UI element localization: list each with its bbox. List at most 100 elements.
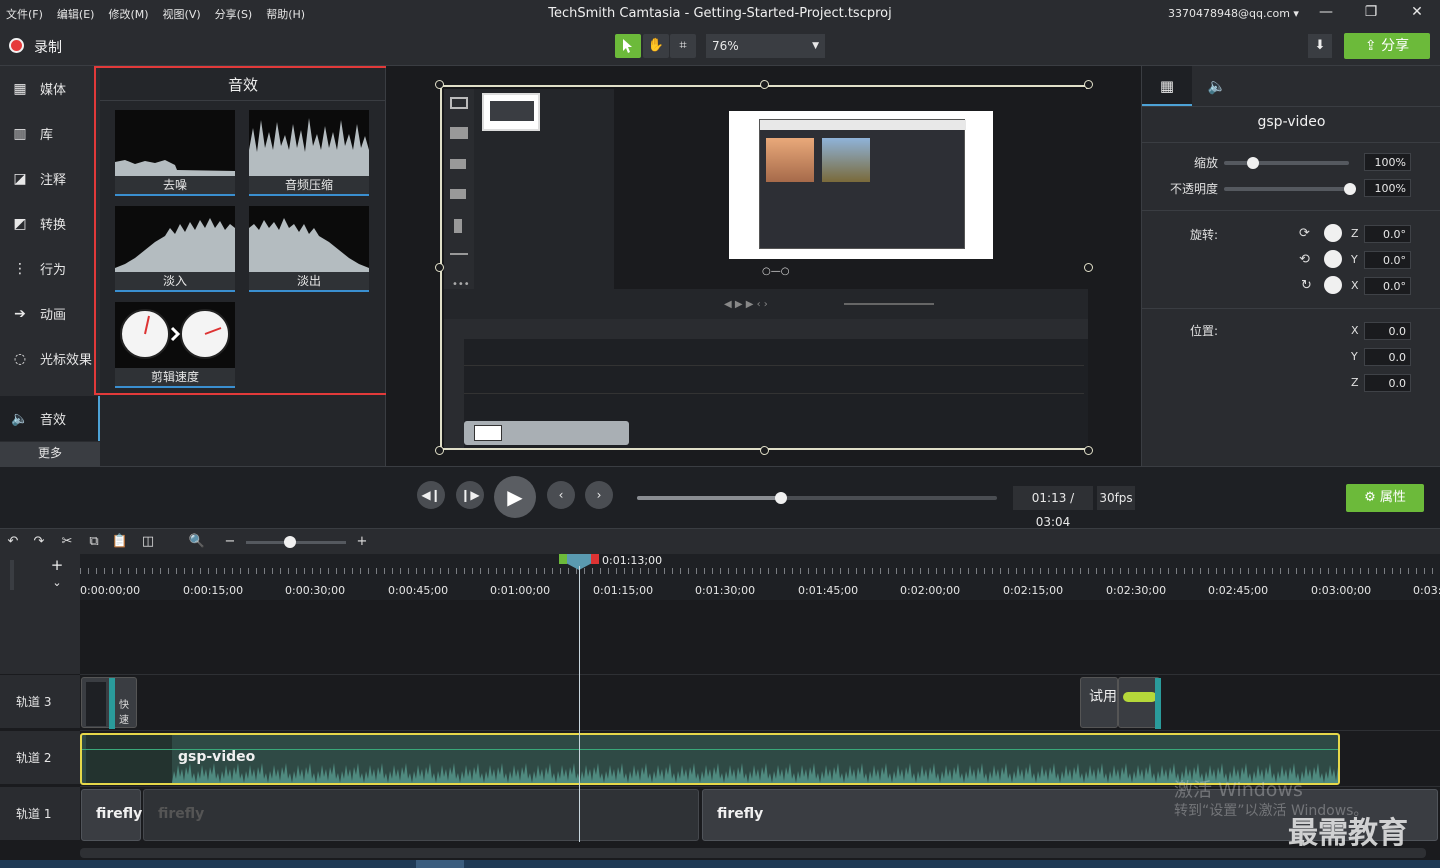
cut-icon[interactable]: ✂	[57, 533, 77, 551]
sidebar-item-annotations[interactable]: ◪ 注释	[0, 156, 100, 201]
step-back-icon[interactable]: ◀❙	[417, 481, 445, 509]
scale-slider-track[interactable]	[1224, 161, 1349, 165]
resize-handle[interactable]	[760, 446, 769, 455]
rotation-z-dial[interactable]	[1324, 224, 1342, 242]
opacity-input[interactable]: 100%	[1364, 179, 1411, 197]
track-2-label[interactable]: 轨道 2	[0, 730, 80, 784]
preview-canvas[interactable]: ••• ○—○ ◀ ▶ ▶ ‹ ›	[440, 85, 1088, 450]
sidebar-item-label: 库	[40, 128, 54, 143]
track-3-label[interactable]: 轨道 3	[0, 674, 80, 728]
maximize-icon[interactable]: ❐	[1356, 4, 1386, 24]
account-menu[interactable]: 3370478948@qq.com ▾	[1168, 7, 1299, 20]
selection-start-marker[interactable]	[559, 554, 567, 564]
split-icon[interactable]: ◫	[138, 533, 158, 551]
timeline-ruler[interactable]: 0:00:00;00 0:00:15;00 0:00:30;00 0:00:45…	[80, 554, 1440, 600]
record-icon[interactable]	[9, 38, 24, 53]
record-button[interactable]: 录制	[34, 37, 62, 57]
taskbar-strip	[0, 860, 1440, 868]
position-x-input[interactable]: 0.0	[1364, 322, 1411, 340]
close-icon[interactable]: ✕	[1402, 4, 1432, 24]
opacity-slider-knob[interactable]	[1344, 183, 1356, 195]
position-z-input[interactable]: 0.0	[1364, 374, 1411, 392]
horizontal-scrollbar[interactable]	[80, 848, 1426, 858]
select-tool-icon[interactable]	[615, 34, 641, 58]
selection-end-marker[interactable]	[591, 554, 599, 564]
pan-tool-icon[interactable]: ✋	[643, 34, 669, 58]
empty-track-area[interactable]	[80, 618, 1440, 674]
resize-handle[interactable]	[1084, 80, 1093, 89]
zoom-value: 76%	[712, 39, 739, 53]
try-clip[interactable]: 试用	[1080, 677, 1118, 728]
scale-input[interactable]: 100%	[1364, 153, 1411, 171]
resize-handle[interactable]	[1084, 446, 1093, 455]
sidebar-item-media[interactable]: ▦ 媒体	[0, 66, 100, 111]
clip-edge	[1155, 678, 1161, 729]
minimize-icon[interactable]: —	[1311, 4, 1341, 24]
chevron-down-icon[interactable]: ⌄	[42, 576, 72, 596]
tick-label: 0:01:00;00	[490, 584, 551, 597]
divider	[1142, 210, 1440, 211]
rotate-y-icon: ⟲	[1299, 252, 1310, 267]
zoom-out-icon[interactable]: −	[220, 533, 240, 551]
track-1-label[interactable]: 轨道 1	[0, 786, 80, 840]
undo-icon[interactable]: ↶	[3, 533, 23, 551]
zoom-slider-track[interactable]	[246, 541, 346, 544]
more-button[interactable]: 更多	[0, 442, 100, 466]
tick-label: 0:03:00;00	[1311, 584, 1372, 597]
resize-handle[interactable]	[1084, 263, 1093, 272]
scrubber-knob[interactable]	[775, 492, 787, 504]
track-height-slider[interactable]	[10, 560, 14, 590]
gsp-video-clip[interactable]: gsp-video	[80, 733, 1340, 785]
rotate-x-icon: ↻	[1301, 278, 1312, 293]
callout-clip[interactable]	[1118, 677, 1161, 729]
fps-display: 30fps	[1097, 486, 1135, 510]
axis-label: Y	[1351, 253, 1358, 266]
tick-label: 0:01:15;00	[593, 584, 654, 597]
position-y-input[interactable]: 0.0	[1364, 348, 1411, 366]
scrubber-track[interactable]	[637, 492, 997, 504]
behavior-icon	[454, 219, 462, 233]
firefly-clip-1[interactable]: firefly	[81, 789, 142, 841]
film-icon: ▦	[13, 80, 27, 97]
crop-tool-icon[interactable]: ⌗	[670, 34, 696, 58]
paste-icon[interactable]: 📋	[110, 533, 130, 551]
redo-icon[interactable]: ↷	[29, 533, 49, 551]
sidebar-item-transitions[interactable]: ◩ 转换	[0, 201, 100, 246]
rotation-y-dial[interactable]	[1324, 250, 1342, 268]
opacity-slider-track[interactable]	[1224, 187, 1349, 191]
add-track-icon[interactable]: +	[42, 556, 72, 576]
quick-clip[interactable]: 快速	[81, 677, 137, 729]
copy-icon[interactable]: ⧉	[84, 533, 104, 551]
rotation-y-input[interactable]: 0.0°	[1364, 251, 1411, 269]
previous-icon[interactable]: ‹	[547, 481, 575, 509]
properties-button[interactable]: ⚙ 属性	[1346, 484, 1424, 512]
zoom-in-icon[interactable]: +	[352, 533, 372, 551]
resize-handle[interactable]	[435, 446, 444, 455]
tab-audio-properties[interactable]: 🔈	[1192, 66, 1242, 106]
sidebar-item-library[interactable]: ▥ 库	[0, 111, 100, 156]
sidebar-item-behaviors[interactable]: ⋮ 行为	[0, 246, 100, 291]
track-3[interactable]	[80, 674, 1440, 730]
sidebar-item-animations[interactable]: ➔ 动画	[0, 291, 100, 336]
download-icon[interactable]: ⬇	[1308, 34, 1332, 58]
zoom-dropdown[interactable]: 76% ▼	[706, 34, 825, 58]
sidebar-item-audio-effects[interactable]: 🔈 音效	[0, 396, 100, 441]
share-button[interactable]: ⇪ 分享	[1344, 33, 1430, 59]
play-icon[interactable]: ▶	[494, 476, 536, 518]
sidebar-item-cursor-effects[interactable]: ◌ 光标效果	[0, 336, 100, 381]
tick-label: 0:02:45;00	[1208, 584, 1269, 597]
resize-handle[interactable]	[435, 80, 444, 89]
resize-handle[interactable]	[435, 263, 444, 272]
next-icon[interactable]: ›	[585, 481, 613, 509]
step-forward-icon[interactable]: ❙▶	[456, 481, 484, 509]
tab-visual-properties[interactable]: ▦	[1142, 66, 1192, 106]
rotation-x-dial[interactable]	[1324, 276, 1342, 294]
zoom-icon[interactable]: 🔍	[187, 533, 207, 551]
rotation-z-input[interactable]: 0.0°	[1364, 225, 1411, 243]
scale-slider-knob[interactable]	[1247, 157, 1259, 169]
firefly-clip-2[interactable]: firefly	[143, 789, 699, 841]
resize-handle[interactable]	[760, 80, 769, 89]
zoom-slider-knob[interactable]	[284, 536, 296, 548]
rotation-x-input[interactable]: 0.0°	[1364, 277, 1411, 295]
callout-shape	[1123, 692, 1157, 702]
